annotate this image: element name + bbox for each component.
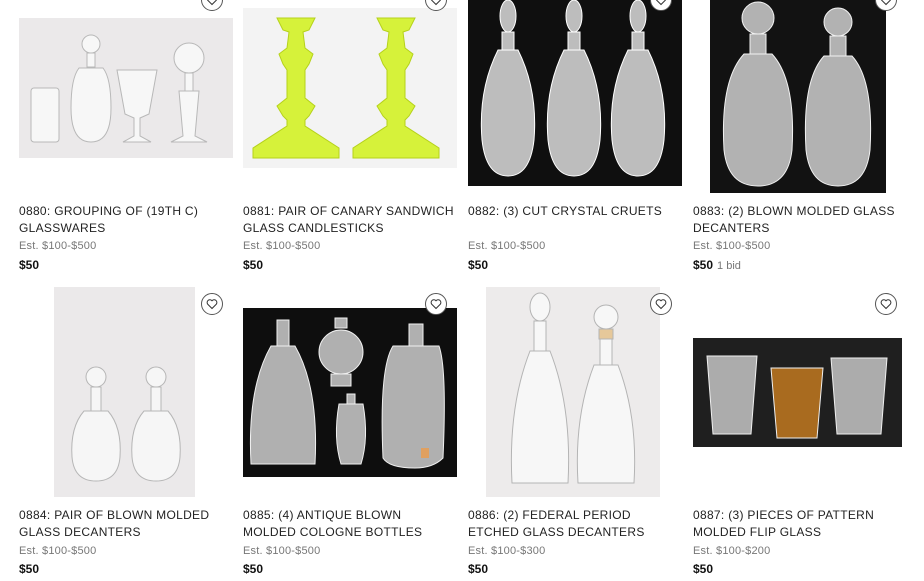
heart-outline-icon [656, 0, 666, 6]
lot-estimate: Est. $100-$500 [468, 240, 546, 252]
lot-title-0882[interactable]: 0882: (3) CUT CRYSTAL CRUETS [468, 203, 682, 220]
etched-decanters-image [486, 287, 660, 497]
lot-image-0882[interactable] [468, 0, 682, 186]
lot-image-0881[interactable] [243, 8, 457, 168]
lot-estimate: Est. $100-$500 [243, 240, 321, 252]
lot-title-0880[interactable]: 0880: GROUPING OF (19th C) GLASSWARES [19, 203, 233, 237]
crystal-cruets-image [468, 0, 682, 186]
favorite-button-0880[interactable] [201, 0, 223, 11]
lot-image-0887[interactable] [693, 338, 902, 447]
lot-image-0883[interactable] [710, 0, 886, 193]
lot-title-0883[interactable]: 0883: (2) BLOWN MOLDED GLASS DECANTERS [693, 203, 907, 237]
lot-estimate: Est. $100-$500 [243, 545, 321, 557]
lot-title-0885[interactable]: 0885: (4) ANTIQUE BLOWN MOLDED COLOGNE B… [243, 507, 457, 541]
lot-image-0885[interactable] [243, 308, 457, 477]
lot-current-bid: $50 [243, 258, 264, 272]
glassware-grouping-image [19, 18, 233, 158]
lot-current-bid: $50 [693, 562, 714, 576]
lot-estimate: Est. $100-$300 [468, 545, 546, 557]
lot-estimate: Est. $100-$500 [19, 545, 97, 557]
favorite-button-0884[interactable] [201, 293, 223, 315]
pair-decanters-image [54, 287, 195, 497]
heart-outline-icon [881, 0, 891, 6]
lot-image-0880[interactable] [19, 18, 233, 158]
lot-image-0886[interactable] [486, 287, 660, 497]
favorite-button-0886[interactable] [650, 293, 672, 315]
lot-current-bid: $50 [19, 562, 40, 576]
heart-outline-icon [207, 0, 217, 6]
favorite-button-0885[interactable] [425, 293, 447, 315]
lot-estimate: Est. $100-$500 [693, 240, 771, 252]
favorite-button-0887[interactable] [875, 293, 897, 315]
lot-current-bid: $50 1 bid [693, 258, 741, 272]
heart-outline-icon [431, 0, 441, 6]
lot-title-0881[interactable]: 0881: PAIR OF CANARY SANDWICH GLASS CAND… [243, 203, 457, 237]
lot-title-0884[interactable]: 0884: PAIR OF BLOWN MOLDED GLASS DECANTE… [19, 507, 233, 541]
heart-outline-icon [430, 299, 442, 310]
blown-decanters-image [710, 0, 886, 193]
lot-title-0887[interactable]: 0887: (3) PIECES OF PATTERN MOLDED FLIP … [693, 507, 907, 541]
lot-current-bid: $50 [243, 562, 264, 576]
lot-estimate: Est. $100-$500 [19, 240, 97, 252]
heart-outline-icon [880, 299, 892, 310]
lot-estimate: Est. $100-$200 [693, 545, 771, 557]
flip-glass-image [693, 338, 902, 447]
lot-current-bid: $50 [468, 562, 489, 576]
lot-current-bid: $50 [468, 258, 489, 272]
lot-title-0886[interactable]: 0886: (2) FEDERAL PERIOD ETCHED GLASS DE… [468, 507, 682, 541]
cologne-bottles-image [243, 308, 457, 477]
lot-image-0884[interactable] [54, 287, 195, 497]
lot-current-bid: $50 [19, 258, 40, 272]
bid-count: 1 bid [717, 260, 741, 272]
heart-outline-icon [206, 299, 218, 310]
heart-outline-icon [655, 299, 667, 310]
canary-candlesticks-image [243, 8, 457, 168]
